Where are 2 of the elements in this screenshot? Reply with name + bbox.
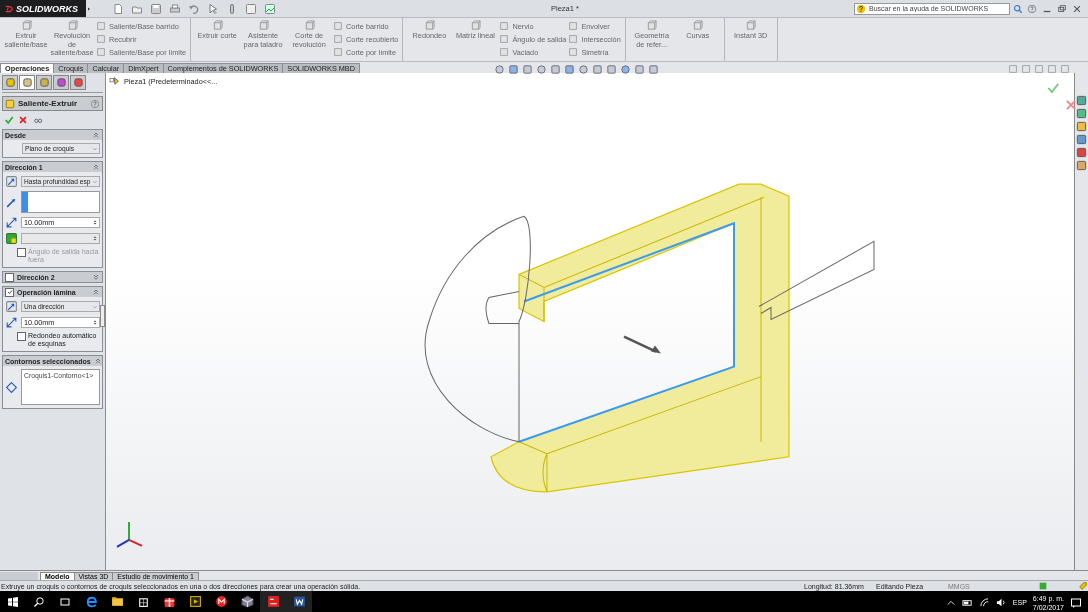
property-manager-title: Saliente-Extruir	[18, 99, 79, 108]
app-logo[interactable]: SOLIDWORKS	[0, 0, 86, 17]
